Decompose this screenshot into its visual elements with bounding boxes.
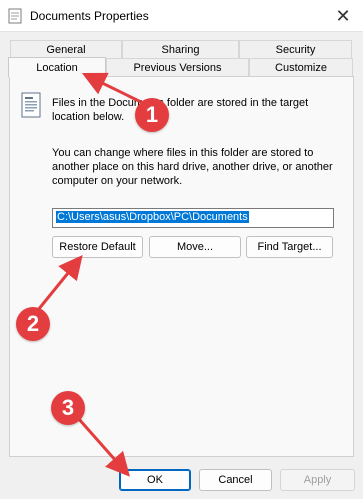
tab-label: Customize bbox=[275, 61, 327, 74]
button-label: Cancel bbox=[218, 474, 253, 486]
tab-label: General bbox=[46, 43, 86, 56]
close-icon: ✕ bbox=[335, 5, 351, 26]
location-info-text: Files in the Documents folder are stored… bbox=[52, 97, 309, 123]
document-icon bbox=[8, 8, 22, 24]
button-label: Apply bbox=[303, 474, 332, 486]
button-label: Restore Default bbox=[59, 241, 136, 253]
close-button[interactable]: ✕ bbox=[323, 0, 363, 32]
tab-previous-versions[interactable]: Previous Versions bbox=[106, 58, 249, 76]
ok-button[interactable]: OK bbox=[119, 469, 191, 491]
move-button[interactable]: Move... bbox=[149, 236, 241, 258]
location-description: You can change where files in this folde… bbox=[52, 147, 333, 187]
tab-sharing[interactable]: Sharing bbox=[122, 40, 239, 58]
tab-label: Sharing bbox=[161, 43, 200, 56]
find-target-button[interactable]: Find Target... bbox=[246, 236, 333, 258]
tab-customize[interactable]: Customize bbox=[249, 58, 353, 76]
tab-label: Security bbox=[275, 43, 316, 56]
annotation-badge-1: 1 bbox=[135, 98, 169, 132]
target-path-value: C:\Users\asus\Dropbox\PC\Documents bbox=[56, 211, 249, 223]
annotation-badge-2: 2 bbox=[16, 307, 50, 341]
document-folder-icon bbox=[21, 92, 41, 118]
tab-location[interactable]: Location bbox=[8, 57, 106, 77]
window-title: Documents Properties bbox=[30, 9, 149, 23]
tab-security[interactable]: Security bbox=[239, 40, 352, 58]
apply-button[interactable]: Apply bbox=[280, 469, 355, 491]
button-label: Move... bbox=[176, 241, 214, 253]
annotation-badge-3: 3 bbox=[51, 391, 85, 425]
cancel-button[interactable]: Cancel bbox=[199, 469, 272, 491]
button-label: OK bbox=[147, 474, 163, 486]
target-path-input[interactable]: C:\Users\asus\Dropbox\PC\Documents bbox=[52, 208, 334, 228]
restore-default-button[interactable]: Restore Default bbox=[52, 236, 143, 258]
button-label: Find Target... bbox=[257, 241, 322, 253]
tab-label: Location bbox=[36, 61, 78, 74]
tab-general[interactable]: General bbox=[10, 40, 122, 58]
title-bar: Documents Properties ✕ bbox=[0, 0, 363, 32]
tab-label: Previous Versions bbox=[133, 61, 222, 74]
